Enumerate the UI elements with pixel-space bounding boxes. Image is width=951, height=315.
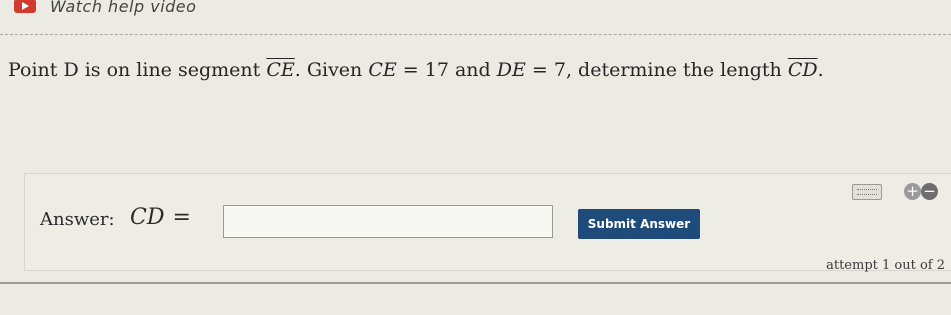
submit-answer-button[interactable]: Submit Answer [578,209,700,239]
plus-icon[interactable]: + [904,183,921,200]
answer-input[interactable] [223,205,553,238]
answer-lhs: CD = [130,205,191,230]
segment-ce: CE [266,59,295,81]
de-value: = 7 [525,59,566,81]
ce-label: CE [368,59,397,81]
dashed-divider [0,34,951,35]
question-end: . [817,59,824,81]
question-part1: Point D is on line segment [8,59,267,81]
video-link-label: Watch help video [50,0,197,16]
segment-cd: CD [787,59,818,81]
answer-label: Answer: [40,209,115,230]
video-play-icon [14,0,36,13]
de-label: DE [496,59,526,81]
ce-value: = 17 [396,59,449,81]
answer-lhs-var: CD [130,205,165,230]
answer-equals: = [172,205,191,230]
question-part3: , determine the length [565,59,788,81]
attempt-counter: attempt 1 out of 2 [826,258,945,273]
minus-icon[interactable]: − [921,183,938,200]
bottom-divider [0,282,951,284]
keyboard-icon[interactable] [852,184,882,200]
watch-help-video-link[interactable]: Watch help video [0,0,196,16]
question-and: and [448,59,497,81]
question-text: Point D is on line segment CE. Given CE … [8,56,928,84]
question-part2: . Given [294,59,369,81]
top-bar: Watch help video [0,0,951,24]
